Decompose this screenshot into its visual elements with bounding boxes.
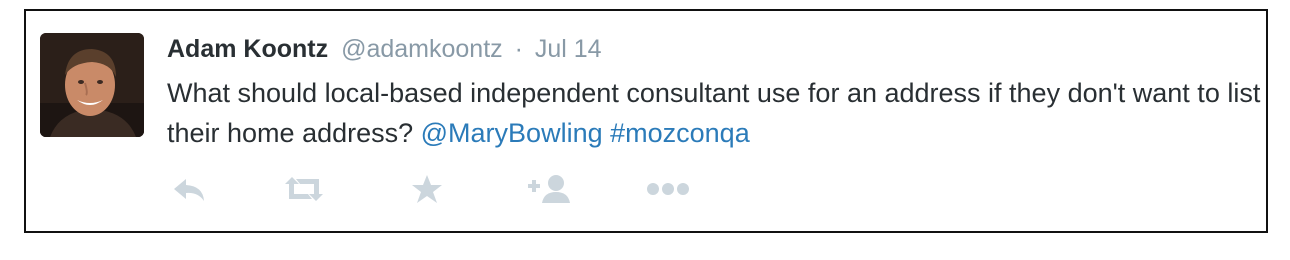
avatar-photo <box>40 33 144 137</box>
hashtag-link[interactable]: #mozconqa <box>610 118 750 148</box>
favorite-button[interactable] <box>407 169 447 209</box>
author-avatar[interactable] <box>40 33 144 137</box>
follow-button[interactable] <box>525 169 575 209</box>
more-button[interactable] <box>645 169 691 209</box>
mention-link[interactable]: @MaryBowling <box>421 118 603 148</box>
more-ellipsis-icon <box>645 181 691 197</box>
retweet-icon <box>281 174 327 204</box>
author-handle[interactable]: @adamkoontz <box>341 35 503 63</box>
follow-user-icon <box>526 173 574 205</box>
favorite-star-icon <box>410 173 444 205</box>
header-separator: · <box>514 35 523 63</box>
tweet-actions <box>167 169 691 209</box>
reply-icon <box>170 174 210 204</box>
author-name[interactable]: Adam Koontz <box>167 35 328 63</box>
tweet-date[interactable]: Jul 14 <box>535 35 602 63</box>
retweet-button[interactable] <box>281 169 327 209</box>
reply-button[interactable] <box>167 169 213 209</box>
tweet-card: Adam Koontz @adamkoontz · Jul 14 What sh… <box>24 9 1268 233</box>
tweet-text: What should local-based independent cons… <box>167 73 1262 153</box>
tweet-header: Adam Koontz @adamkoontz · Jul 14 <box>167 33 602 65</box>
text-spacer <box>603 118 611 148</box>
